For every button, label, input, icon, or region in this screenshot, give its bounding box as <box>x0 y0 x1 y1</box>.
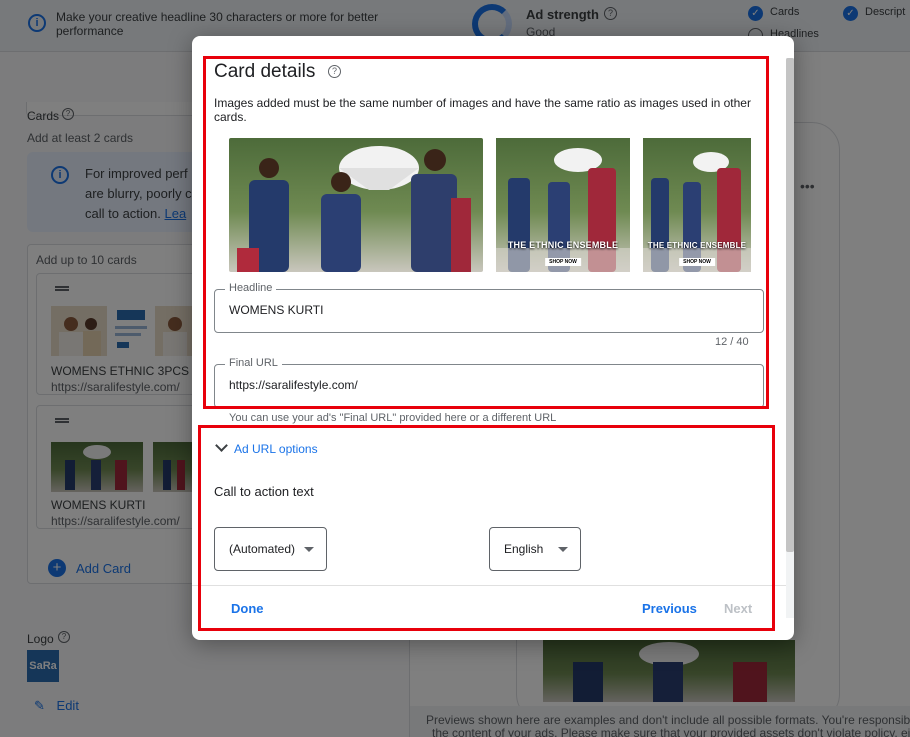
dropdown-arrow-icon <box>304 547 314 552</box>
card-image-square-graphic <box>496 138 630 272</box>
headline-counter: 12 / 40 <box>715 336 749 348</box>
card-details-dialog: Card details ? Images added must be the … <box>192 36 794 640</box>
cta-select-value: (Automated) <box>229 542 296 556</box>
image-shop-now: SHOP NOW <box>679 258 715 266</box>
language-select[interactable]: English <box>489 527 581 571</box>
ad-url-options-label: Ad URL options <box>234 442 318 456</box>
final-url-field[interactable]: Final URL https://saralifestyle.com/ <box>214 357 764 408</box>
final-url-value: https://saralifestyle.com/ <box>229 378 358 392</box>
chevron-down-icon <box>215 439 228 452</box>
dialog-title: Card details <box>214 61 316 82</box>
done-button[interactable]: Done <box>231 601 264 616</box>
final-url-label: Final URL <box>225 357 282 369</box>
final-url-helper: You can use your ad's "Final URL" provid… <box>229 412 557 424</box>
cta-select[interactable]: (Automated) <box>214 527 327 571</box>
cta-title: Call to action text <box>214 484 314 499</box>
image-caption: THE ETHNIC ENSEMBLE <box>647 241 747 250</box>
headline-value: WOMENS KURTI <box>229 303 324 317</box>
image-shop-now: SHOP NOW <box>545 258 581 266</box>
ad-url-options-toggle[interactable]: Ad URL options <box>214 439 318 456</box>
card-image-portrait-graphic <box>643 138 751 272</box>
card-image-portrait[interactable]: THE ETHNIC ENSEMBLE SHOP NOW <box>643 138 751 272</box>
card-image-square[interactable]: THE ETHNIC ENSEMBLE SHOP NOW <box>496 138 630 272</box>
scrollbar[interactable] <box>786 58 794 618</box>
dropdown-arrow-icon <box>558 547 568 552</box>
image-caption: THE ETHNIC ENSEMBLE <box>507 240 619 250</box>
language-select-value: English <box>504 542 544 556</box>
headline-label: Headline <box>225 282 277 294</box>
dialog-description: Images added must be the same number of … <box>214 96 751 124</box>
next-button[interactable]: Next <box>724 601 752 616</box>
scrollbar-thumb[interactable] <box>786 58 794 552</box>
footer-divider <box>192 585 786 586</box>
previous-button[interactable]: Previous <box>642 601 697 616</box>
card-image-landscape[interactable] <box>229 138 483 272</box>
headline-field[interactable]: Headline WOMENS KURTI <box>214 282 764 333</box>
help-icon[interactable]: ? <box>328 65 341 78</box>
